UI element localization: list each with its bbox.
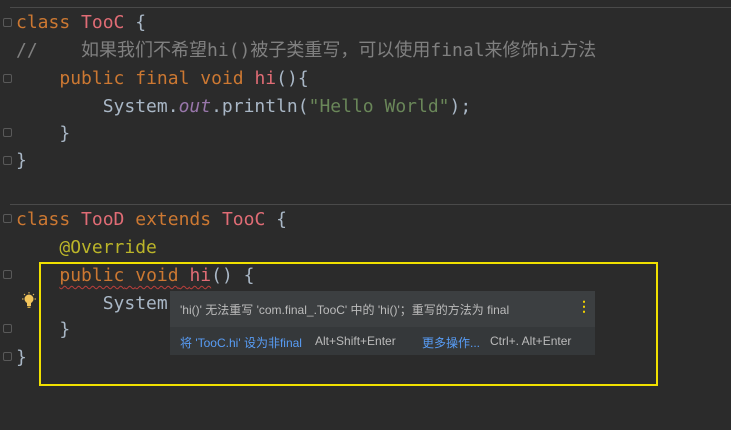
brace: {: [276, 209, 287, 230]
string-literal: "Hello World": [308, 96, 450, 117]
keyword: final: [135, 68, 190, 89]
brace: {: [135, 12, 147, 33]
brace: }: [59, 123, 71, 144]
code-line-5[interactable]: }: [16, 120, 70, 148]
fold-marker[interactable]: [3, 270, 12, 279]
quick-fix-bar: 将 'TooC.hi' 设为非final Alt+Shift+Enter 更多操…: [170, 327, 595, 355]
method-call: .println(: [211, 96, 309, 117]
method-name: hi: [254, 68, 277, 89]
fold-marker[interactable]: [3, 324, 12, 333]
fold-marker[interactable]: [3, 156, 12, 165]
keyword: public: [59, 68, 125, 89]
code-line-1[interactable]: class TooC {: [16, 9, 146, 37]
punctuation: );: [449, 96, 472, 117]
more-options-icon[interactable]: ⋮: [577, 298, 591, 315]
more-actions-link[interactable]: 更多操作...: [422, 334, 480, 351]
keyword: class: [16, 12, 71, 33]
annotation: @Override: [59, 237, 157, 258]
shortcut-label: Ctrl+. Alt+Enter: [490, 334, 572, 348]
keyword: extends: [135, 209, 212, 230]
code-line-2[interactable]: // 如果我们不希望hi()被子类重写，可以使用final来修饰hi方法: [16, 37, 596, 65]
punctuation: (){: [276, 68, 309, 89]
brace: }: [16, 347, 27, 368]
class-name: TooD: [81, 209, 125, 230]
class-name: TooC: [221, 209, 266, 230]
keyword: void: [200, 68, 244, 89]
error-tooltip: 'hi()' 无法重写 'com.final_.TooC' 中的 'hi()'；…: [170, 291, 595, 355]
error-message: 'hi()' 无法重写 'com.final_.TooC' 中的 'hi()'；…: [180, 303, 510, 317]
fold-marker[interactable]: [3, 352, 12, 361]
code-line-7[interactable]: class TooD extends TooC {: [16, 206, 287, 234]
class-name: TooC: [81, 12, 125, 33]
shortcut-label: Alt+Shift+Enter: [315, 334, 396, 348]
lightbulb-icon[interactable]: [21, 292, 37, 310]
fold-marker[interactable]: [3, 128, 12, 137]
method-separator: [10, 204, 731, 205]
fold-marker[interactable]: [3, 74, 12, 83]
comment: // 如果我们不希望hi()被子类重写，可以使用final来修饰hi方法: [16, 40, 597, 61]
code-line-4[interactable]: System.out.println("Hello World");: [16, 93, 472, 121]
code-line-3[interactable]: public final void hi(){: [16, 65, 309, 93]
brace: }: [16, 150, 27, 171]
keyword: class: [16, 209, 71, 230]
code-line-12[interactable]: }: [16, 344, 27, 372]
identifier: System.: [102, 96, 179, 117]
method-separator: [10, 7, 731, 8]
static-field: out: [178, 96, 212, 117]
code-line-6[interactable]: }: [16, 147, 27, 175]
code-line-8[interactable]: @Override: [16, 234, 157, 262]
fold-marker[interactable]: [3, 214, 12, 223]
fold-marker[interactable]: [3, 18, 12, 27]
make-non-final-link[interactable]: 将 'TooC.hi' 设为非final: [180, 334, 302, 351]
